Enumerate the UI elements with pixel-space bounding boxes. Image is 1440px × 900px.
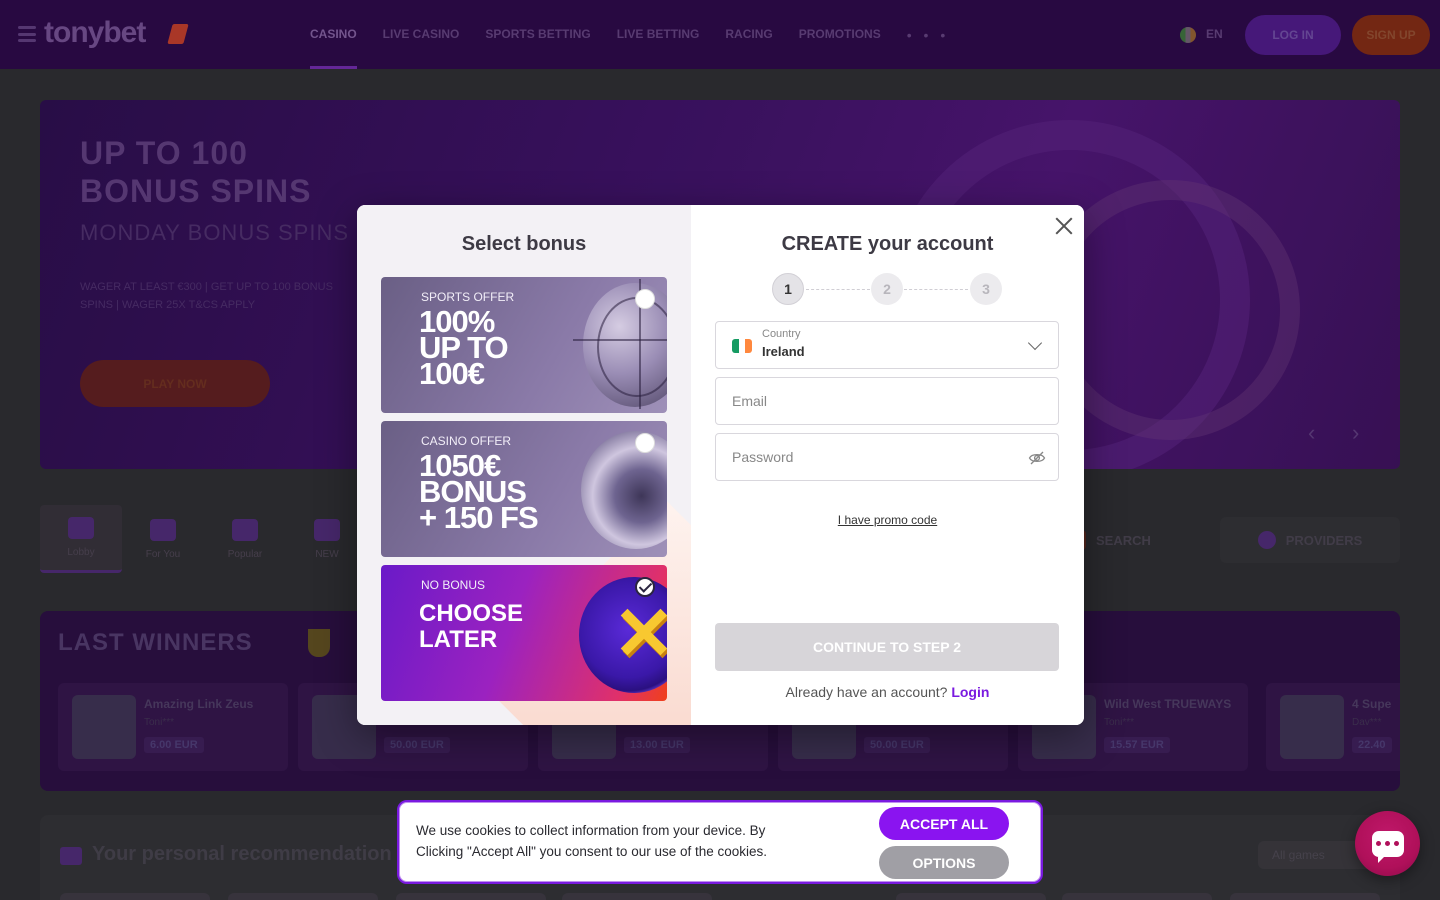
bonus-radio[interactable] (635, 433, 655, 453)
step-1: 1 (772, 273, 804, 305)
password-field[interactable] (716, 434, 1058, 480)
login-prompt: Already have an account? Login (691, 684, 1084, 700)
have-account-text: Already have an account? (785, 684, 948, 700)
bonus-line: LATER (419, 626, 498, 653)
select-bonus-title: Select bonus (461, 233, 587, 255)
chat-button[interactable] (1355, 811, 1420, 876)
account-panel: CREATE your account 1 2 3 Country Irelan… (691, 205, 1084, 725)
bonus-line: CHOOSE (419, 600, 524, 627)
password-field-wrapper (715, 433, 1059, 481)
continue-button[interactable]: CONTINUE TO STEP 2 (715, 623, 1059, 671)
bonus-panel: Select bonus SPORTS OFFER 100% UP TO 100… (357, 205, 691, 725)
bonus-option-casino[interactable]: CASINO OFFER 1050€ BONUS + 150 FS (381, 421, 667, 557)
bonus-tag: SPORTS OFFER (421, 290, 515, 304)
registration-modal: Select bonus SPORTS OFFER 100% UP TO 100… (357, 205, 1084, 725)
x-mark-icon: ✕ (613, 592, 667, 675)
ball-seam (597, 297, 667, 397)
ireland-flag-icon (732, 339, 752, 353)
bonus-tag: CASINO OFFER (421, 434, 512, 448)
email-field-wrapper (715, 377, 1059, 425)
bonus-option-none[interactable]: ✕ NO BONUS CHOOSE LATER (381, 565, 667, 701)
bonus-radio[interactable] (635, 289, 655, 309)
chevron-down-icon (1027, 335, 1043, 351)
bonus-radio-checked[interactable] (635, 577, 655, 597)
login-link[interactable]: Login (951, 684, 989, 700)
step-3: 3 (970, 273, 1002, 305)
bonus-headline: 1050€ BONUS + 150 FS (419, 450, 539, 535)
roulette-icon (581, 431, 667, 549)
email-field[interactable] (716, 378, 1058, 424)
chat-icon (1371, 830, 1404, 863)
cookie-banner: We use cookies to collect information fr… (397, 800, 1043, 884)
country-value: Ireland (762, 344, 805, 359)
cookie-text: We use cookies to collect information fr… (416, 823, 768, 859)
promo-code-link[interactable]: I have promo code (691, 513, 1084, 527)
create-account-title: CREATE your account (781, 233, 994, 255)
step-2: 2 (871, 273, 903, 305)
step-connector (806, 289, 870, 290)
accept-all-button[interactable]: ACCEPT ALL (879, 807, 1009, 840)
bonus-headline: 100% UP TO 100€ (419, 306, 509, 389)
bonus-tag: NO BONUS (421, 578, 486, 592)
country-label: Country (762, 328, 801, 340)
country-select[interactable]: Country Ireland (715, 321, 1059, 369)
step-connector (904, 289, 968, 290)
bonus-line: + 150 FS (419, 500, 539, 535)
bonus-option-sports[interactable]: SPORTS OFFER 100% UP TO 100€ (381, 277, 667, 413)
options-button[interactable]: OPTIONS (879, 846, 1009, 879)
bonus-headline: CHOOSE LATER (419, 601, 523, 653)
step-indicator: 1 2 3 (772, 273, 1002, 305)
eye-off-icon[interactable] (1028, 449, 1046, 467)
